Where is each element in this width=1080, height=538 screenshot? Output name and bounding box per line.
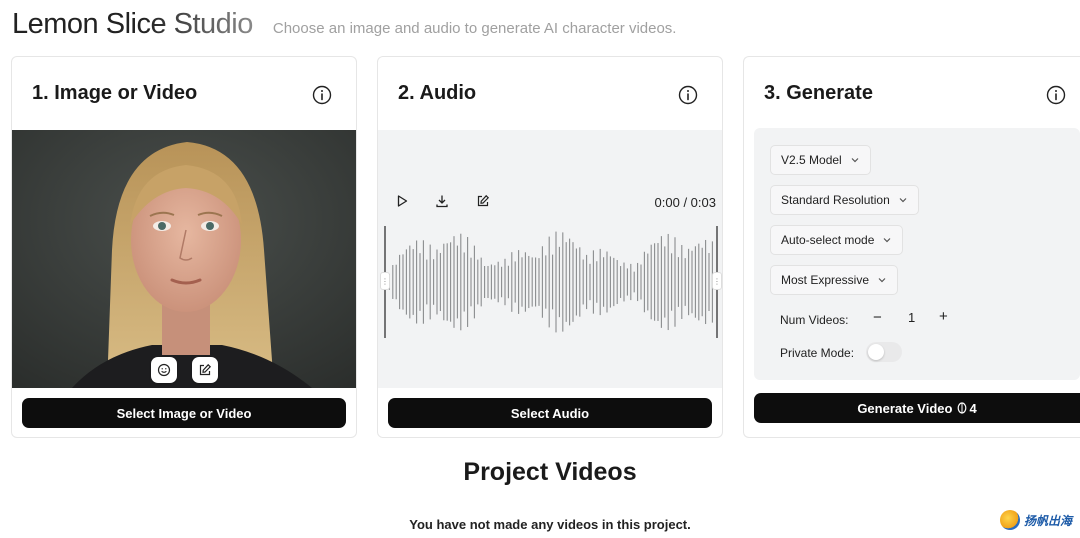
audio-card-title: 2. Audio	[398, 82, 477, 104]
generate-video-label: Generate Video	[857, 400, 953, 416]
generate-card-title: 3. Generate	[764, 82, 873, 104]
chevron-down-icon	[883, 238, 891, 243]
chevron-down-icon	[851, 158, 859, 163]
trim-handle-left[interactable]: ⋮	[380, 272, 390, 290]
watermark-text: 扬帆出海	[1023, 513, 1072, 528]
private-mode-toggle[interactable]	[866, 342, 902, 362]
audio-time: 0:00 / 0:03	[654, 195, 716, 210]
select-image-button[interactable]: Select Image or Video	[22, 398, 346, 428]
smile-icon	[157, 363, 171, 377]
project-videos-title: Project Videos	[463, 458, 637, 486]
info-icon[interactable]	[1046, 85, 1066, 105]
info-icon[interactable]	[312, 85, 332, 105]
num-videos-label: Num Videos:	[780, 313, 849, 327]
model-select[interactable]: V2.5 Model	[770, 145, 871, 175]
mode-select-value: Auto-select mode	[781, 233, 875, 247]
download-button[interactable]	[427, 186, 457, 216]
audio-card: 2. Audio 0:00 / 0:03 ⋮ ⋮ Select Audio	[377, 56, 723, 438]
header: Lemon Slice Studio Choose an image and a…	[12, 8, 676, 41]
edit-icon	[477, 194, 490, 207]
mode-select[interactable]: Auto-select mode	[770, 225, 904, 255]
expressiveness-select[interactable]: Most Expressive	[770, 265, 899, 295]
expressiveness-select-value: Most Expressive	[781, 273, 870, 287]
num-videos-value: 1	[908, 310, 916, 325]
play-button[interactable]	[387, 186, 417, 216]
edit-icon	[199, 363, 212, 376]
decrement-button[interactable]: −	[873, 309, 882, 326]
chevron-down-icon	[878, 278, 886, 283]
select-audio-button[interactable]: Select Audio	[388, 398, 712, 428]
image-card-title: 1. Image or Video	[32, 82, 198, 104]
app-subtitle: Choose an image and audio to generate AI…	[272, 20, 677, 37]
trim-handle-right[interactable]: ⋮	[712, 272, 722, 290]
face-button[interactable]	[151, 357, 177, 383]
generate-video-button[interactable]: Generate Video 4	[754, 393, 1080, 423]
private-mode-label: Private Mode:	[780, 346, 855, 360]
model-select-value: V2.5 Model	[781, 153, 842, 167]
play-icon	[397, 195, 408, 207]
resolution-select[interactable]: Standard Resolution	[770, 185, 919, 215]
watermark-logo-icon	[999, 510, 1020, 530]
edit-audio-button[interactable]	[468, 186, 498, 216]
increment-button[interactable]: +	[939, 308, 948, 325]
info-icon[interactable]	[678, 85, 698, 105]
generate-card: 3. Generate V2.5 Model Standard Resoluti…	[743, 56, 1080, 438]
empty-projects-message: You have not made any videos in this pro…	[409, 517, 691, 532]
credits-count: 4	[969, 400, 977, 416]
watermark: 扬帆出海	[999, 510, 1072, 530]
download-icon	[436, 195, 448, 208]
waveform[interactable]	[378, 222, 723, 342]
edit-image-button[interactable]	[192, 357, 218, 383]
portrait-image	[12, 130, 356, 388]
generate-options-panel: V2.5 Model Standard Resolution Auto-sele…	[754, 128, 1080, 380]
app-title: Lemon Slice Studio	[12, 8, 253, 40]
resolution-select-value: Standard Resolution	[781, 193, 890, 207]
image-card: 1. Image or Video Select Image or Video	[11, 56, 357, 438]
chevron-down-icon	[899, 198, 907, 203]
audio-waveform-panel: 0:00 / 0:03 ⋮ ⋮	[378, 130, 723, 388]
credits-icon	[958, 402, 967, 414]
